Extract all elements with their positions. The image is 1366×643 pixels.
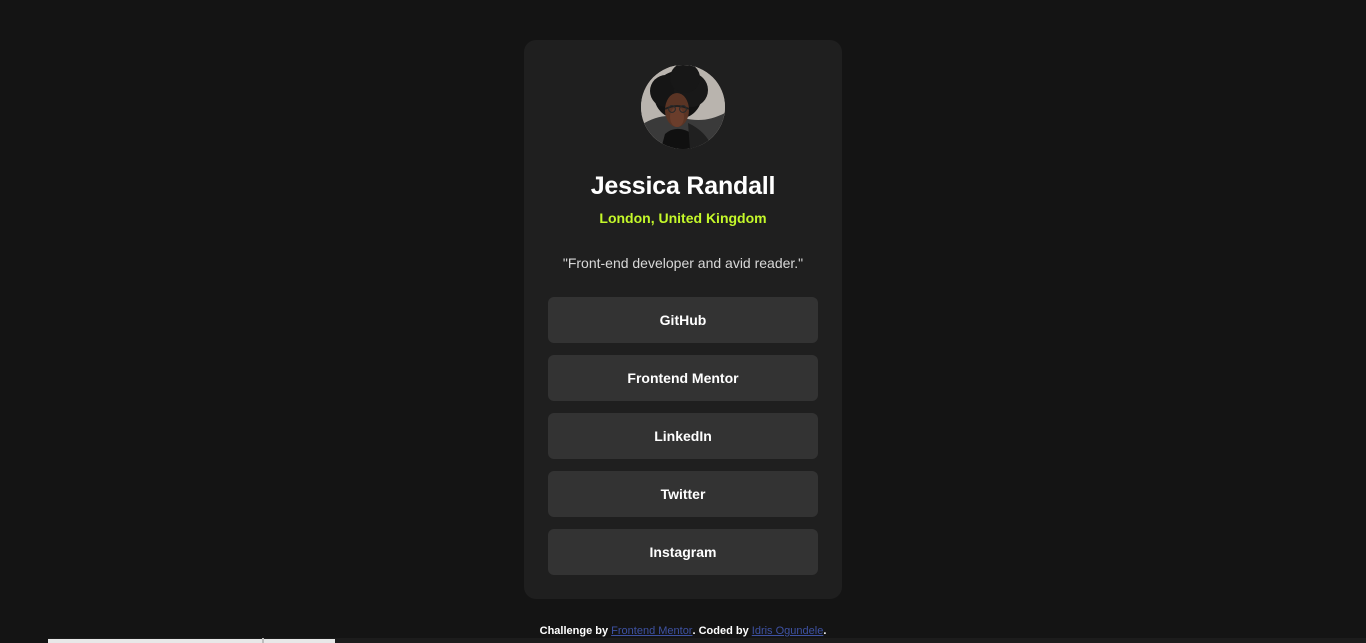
profile-location: London, United Kingdom (599, 210, 767, 226)
avatar (641, 65, 725, 149)
coded-by-text: . Coded by (692, 625, 752, 637)
attribution-footer: Challenge by Frontend Mentor. Coded by I… (0, 625, 1366, 638)
page: Jessica Randall London, United Kingdom "… (0, 0, 1366, 643)
social-link-item: Twitter (548, 471, 818, 517)
scrollbar-marker (262, 638, 264, 643)
horizontal-scrollbar-thumb[interactable] (48, 639, 335, 643)
github-link-button[interactable]: GitHub (548, 297, 818, 343)
footer-period: . (823, 625, 827, 637)
profile-name: Jessica Randall (590, 172, 776, 200)
social-links-list: GitHub Frontend Mentor LinkedIn Twitter … (548, 297, 818, 587)
instagram-link-button[interactable]: Instagram (548, 529, 818, 575)
frontend-mentor-link-button[interactable]: Frontend Mentor (548, 355, 818, 401)
challenge-by-text: Challenge by (539, 625, 612, 637)
author-footer-link[interactable]: Idris Ogundele (752, 625, 824, 637)
social-link-item: LinkedIn (548, 413, 818, 459)
profile-card: Jessica Randall London, United Kingdom "… (524, 40, 842, 599)
profile-bio: "Front-end developer and avid reader." (562, 255, 804, 271)
social-link-item: Frontend Mentor (548, 355, 818, 401)
profile-photo-image (641, 65, 725, 149)
linkedin-link-button[interactable]: LinkedIn (548, 413, 818, 459)
social-link-item: GitHub (548, 297, 818, 343)
frontend-mentor-footer-link[interactable]: Frontend Mentor (611, 625, 692, 637)
twitter-link-button[interactable]: Twitter (548, 471, 818, 517)
social-link-item: Instagram (548, 529, 818, 575)
